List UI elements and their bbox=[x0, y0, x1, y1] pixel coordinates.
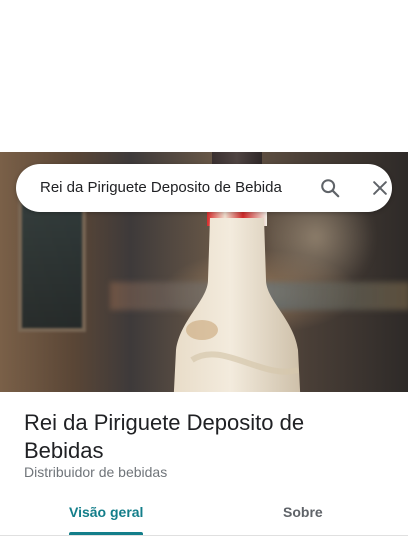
tab-overview[interactable]: Visão geral bbox=[69, 504, 143, 520]
search-icon[interactable] bbox=[318, 176, 342, 200]
search-bar[interactable]: Rei da Piriguete Deposito de Bebida bbox=[16, 164, 392, 212]
place-category: Distribuidor de bebidas bbox=[24, 464, 168, 480]
tab-about[interactable]: Sobre bbox=[283, 504, 323, 520]
close-icon[interactable] bbox=[368, 176, 392, 200]
maps-place-page: Rei da Piriguete Deposito de Bebida Rei … bbox=[0, 0, 408, 544]
search-input[interactable]: Rei da Piriguete Deposito de Bebida bbox=[40, 179, 300, 196]
photo-background-window bbox=[18, 192, 86, 332]
place-tabs: Visão geral Sobre bbox=[0, 496, 408, 536]
place-title: Rei da Piriguete Deposito de Bebidas bbox=[24, 410, 305, 463]
bottle-shape bbox=[173, 218, 301, 392]
tabs-divider bbox=[0, 535, 408, 536]
